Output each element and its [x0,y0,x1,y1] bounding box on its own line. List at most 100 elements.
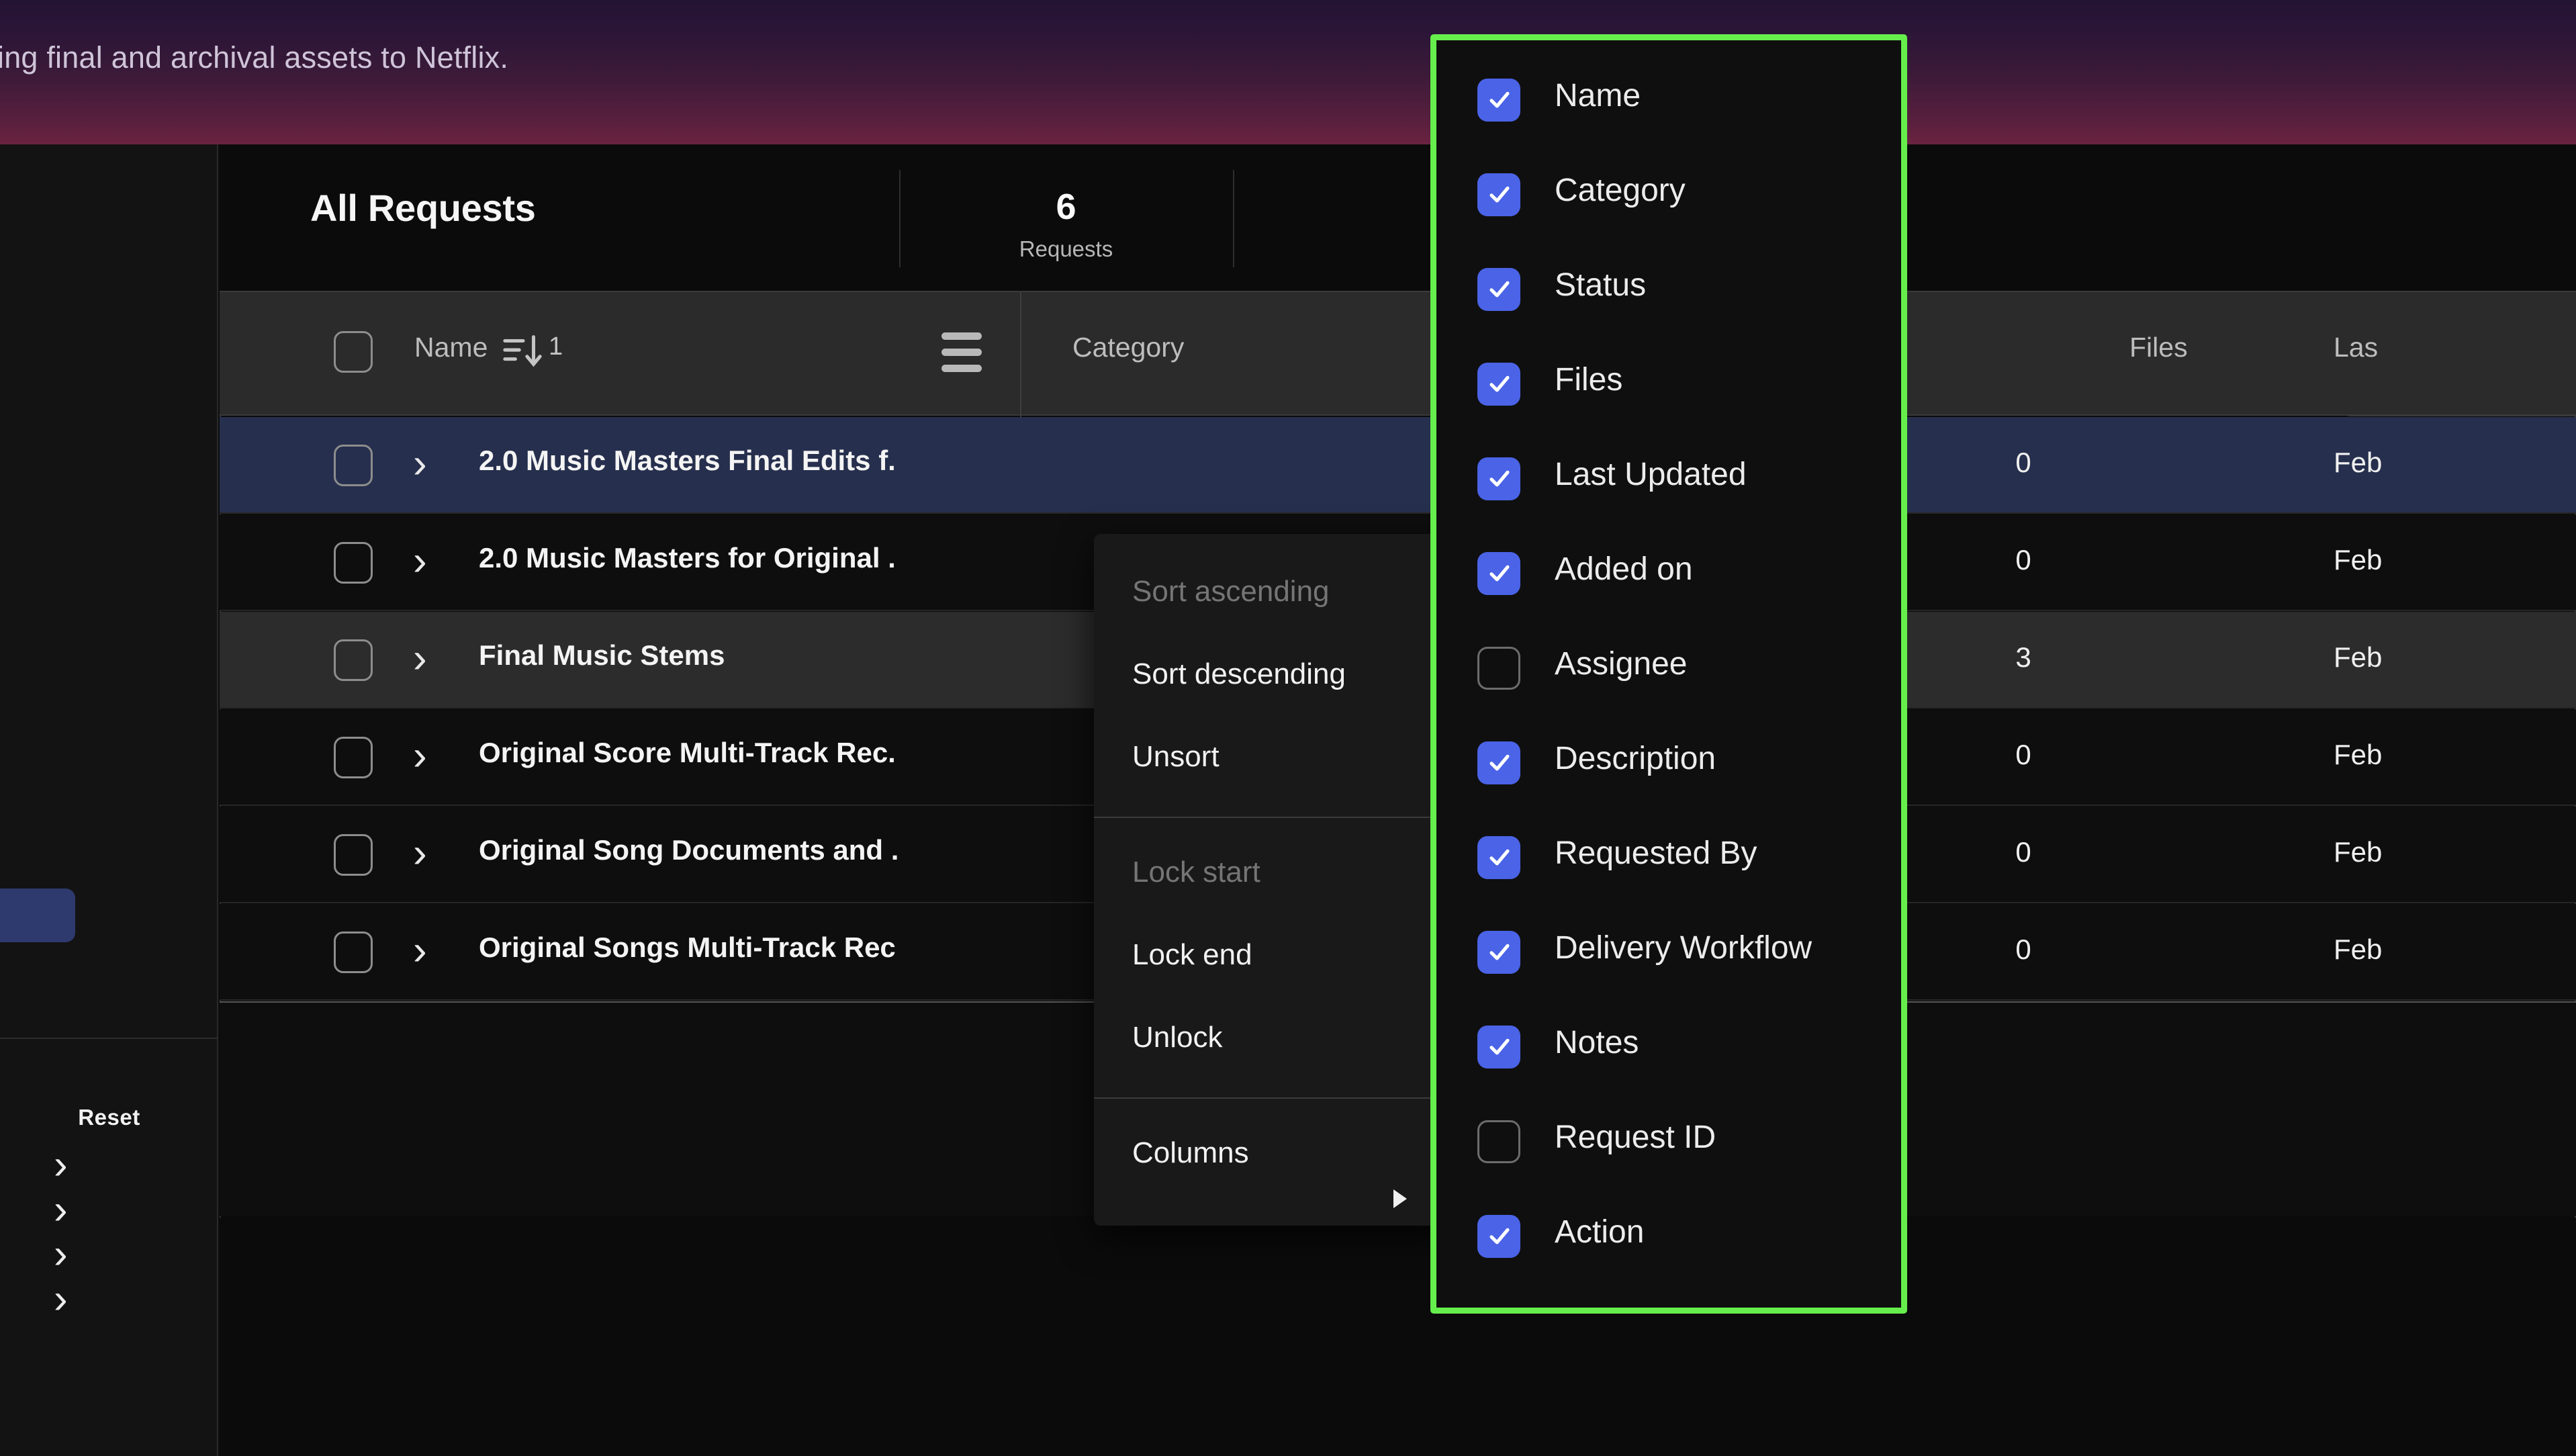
column-checkbox[interactable] [1477,268,1520,311]
column-checkbox[interactable] [1477,1120,1520,1163]
column-toggle-label: Request ID [1555,1120,1716,1155]
check-icon [1489,944,1510,960]
column-toggle-item[interactable]: Last Updated [1436,434,1901,529]
column-checkbox[interactable] [1477,1026,1520,1068]
column-toggle-item[interactable]: Description [1436,718,1901,813]
menu-item-unsort[interactable]: Unsort [1094,709,1453,805]
requests-count-value: 6 [1056,187,1076,227]
row-last-updated-cell: Feb [2334,934,2383,965]
column-toggle-label: Files [1555,362,1623,398]
column-checkbox[interactable] [1477,1215,1520,1258]
menu-item-sort-descending[interactable]: Sort descending [1094,626,1453,722]
column-checkbox[interactable] [1477,647,1520,690]
row-select-checkbox[interactable] [334,834,373,876]
check-icon [1489,470,1510,487]
column-checkbox[interactable] [1477,173,1520,216]
column-checkbox[interactable] [1477,931,1520,974]
banner-description-text: ing final and archival assets to Netflix… [0,40,509,75]
column-checkbox[interactable] [1477,363,1520,406]
column-toggle-label: Assignee [1555,646,1688,682]
column-toggle-item[interactable]: Name [1436,55,1901,150]
row-name-cell: Final Music Stems [479,639,725,671]
row-name-cell: 2.0 Music Masters for Original . [479,542,896,574]
row-expand-chevron-icon[interactable]: › [413,731,448,781]
column-toggle-item[interactable]: Added on [1436,529,1901,623]
columns-dropdown-panel: Name Category Status Files Last Updated Added… [1436,40,1901,1308]
column-toggle-item[interactable]: Delivery Workflow [1436,907,1901,1002]
row-expand-chevron-icon[interactable]: › [413,439,448,489]
menu-item-lock-end[interactable]: Lock end [1094,907,1453,1003]
column-header-last-updated[interactable]: Las [2334,292,2576,417]
table-row[interactable]: ›2.0 Music Masters Final Edits f.en0Feb [220,417,2576,514]
column-header-category[interactable]: Category [1020,292,1483,417]
requests-toolbar: All Requests 6 Requests Search for a req [220,144,2576,416]
check-icon [1489,754,1510,771]
sidebar-expand-chevron-icon-2[interactable]: › [54,1187,101,1234]
sidebar-selected-chip[interactable] [0,889,75,942]
column-toggle-item[interactable]: Status [1436,244,1901,339]
row-select-checkbox[interactable] [334,931,373,973]
column-header-files[interactable]: Files [1916,292,2332,417]
menu-item-columns[interactable]: Columns [1094,1105,1453,1201]
column-toggle-item[interactable]: Assignee [1436,623,1901,718]
column-header-name[interactable]: Name 1 [220,292,1019,417]
column-toggle-label: Name [1555,78,1641,113]
table-header-row: Name 1 Category Files Las [220,291,2576,417]
column-toggle-item[interactable]: Action [1436,1191,1901,1286]
column-context-menu: Sort ascending Sort descending Unsort Lo… [1094,534,1453,1226]
select-all-checkbox[interactable] [334,331,373,373]
row-select-checkbox[interactable] [334,542,373,584]
requests-count-label: Requests [1019,236,1113,261]
check-icon [1489,91,1510,108]
column-checkbox[interactable] [1477,741,1520,784]
reset-button[interactable]: Reset [0,1105,218,1130]
column-toggle-label: Action [1555,1214,1645,1250]
row-files-cell: 0 [2015,544,2031,576]
row-name-cell: 2.0 Music Masters Final Edits f. [479,445,896,476]
column-checkbox[interactable] [1477,457,1520,500]
check-icon [1489,375,1510,392]
row-files-cell: 0 [2015,447,2031,478]
row-last-updated-cell: Feb [2334,739,2383,770]
column-toggle-item[interactable]: Request ID [1436,1097,1901,1191]
row-last-updated-cell: Feb [2334,641,2383,673]
column-toggle-item[interactable]: Files [1436,339,1901,434]
column-toggle-item[interactable]: Requested By [1436,813,1901,907]
row-files-cell: 3 [2015,641,2031,673]
column-toggle-item[interactable]: Category [1436,150,1901,244]
column-checkbox[interactable] [1477,552,1520,595]
row-select-checkbox[interactable] [334,737,373,778]
column-toggle-label: Notes [1555,1025,1639,1060]
check-icon [1489,186,1510,203]
row-expand-chevron-icon[interactable]: › [413,829,448,878]
column-toggle-label: Description [1555,741,1716,776]
column-checkbox[interactable] [1477,79,1520,122]
column-toggle-item[interactable]: Notes [1436,1002,1901,1097]
sidebar-expand-chevron-icon-1[interactable]: › [54,1142,101,1189]
row-select-checkbox[interactable] [334,639,373,681]
sidebar-expand-chevron-icon-3[interactable]: › [54,1231,101,1278]
column-toggle-label: Requested By [1555,835,1757,871]
row-expand-chevron-icon[interactable]: › [413,634,448,684]
column-checkbox[interactable] [1477,836,1520,879]
column-toggle-label: Delivery Workflow [1555,930,1812,966]
row-last-updated-cell: Feb [2334,447,2383,478]
column-header-files-label: Files [2129,332,2188,363]
column-toggle-label: Category [1555,173,1686,208]
row-expand-chevron-icon[interactable]: › [413,537,448,586]
sort-descending-icon[interactable] [501,330,545,372]
menu-item-unlock[interactable]: Unlock [1094,989,1453,1085]
column-menu-icon[interactable] [941,332,982,372]
toolbar-divider-2 [1233,170,1234,267]
left-sidebar-rail: Reset › › › › [0,144,218,1456]
check-icon [1489,565,1510,582]
sidebar-expand-chevron-icon-4[interactable]: › [54,1276,101,1323]
column-toggle-label: Added on [1555,551,1693,587]
row-select-checkbox[interactable] [334,445,373,486]
row-expand-chevron-icon[interactable]: › [413,926,448,976]
column-header-category-label: Category [1072,332,1185,363]
menu-separator-2 [1094,1097,1453,1099]
row-files-cell: 0 [2015,934,2031,965]
menu-item-lock-start[interactable]: Lock start [1094,824,1453,920]
menu-item-sort-ascending[interactable]: Sort ascending [1094,543,1453,639]
